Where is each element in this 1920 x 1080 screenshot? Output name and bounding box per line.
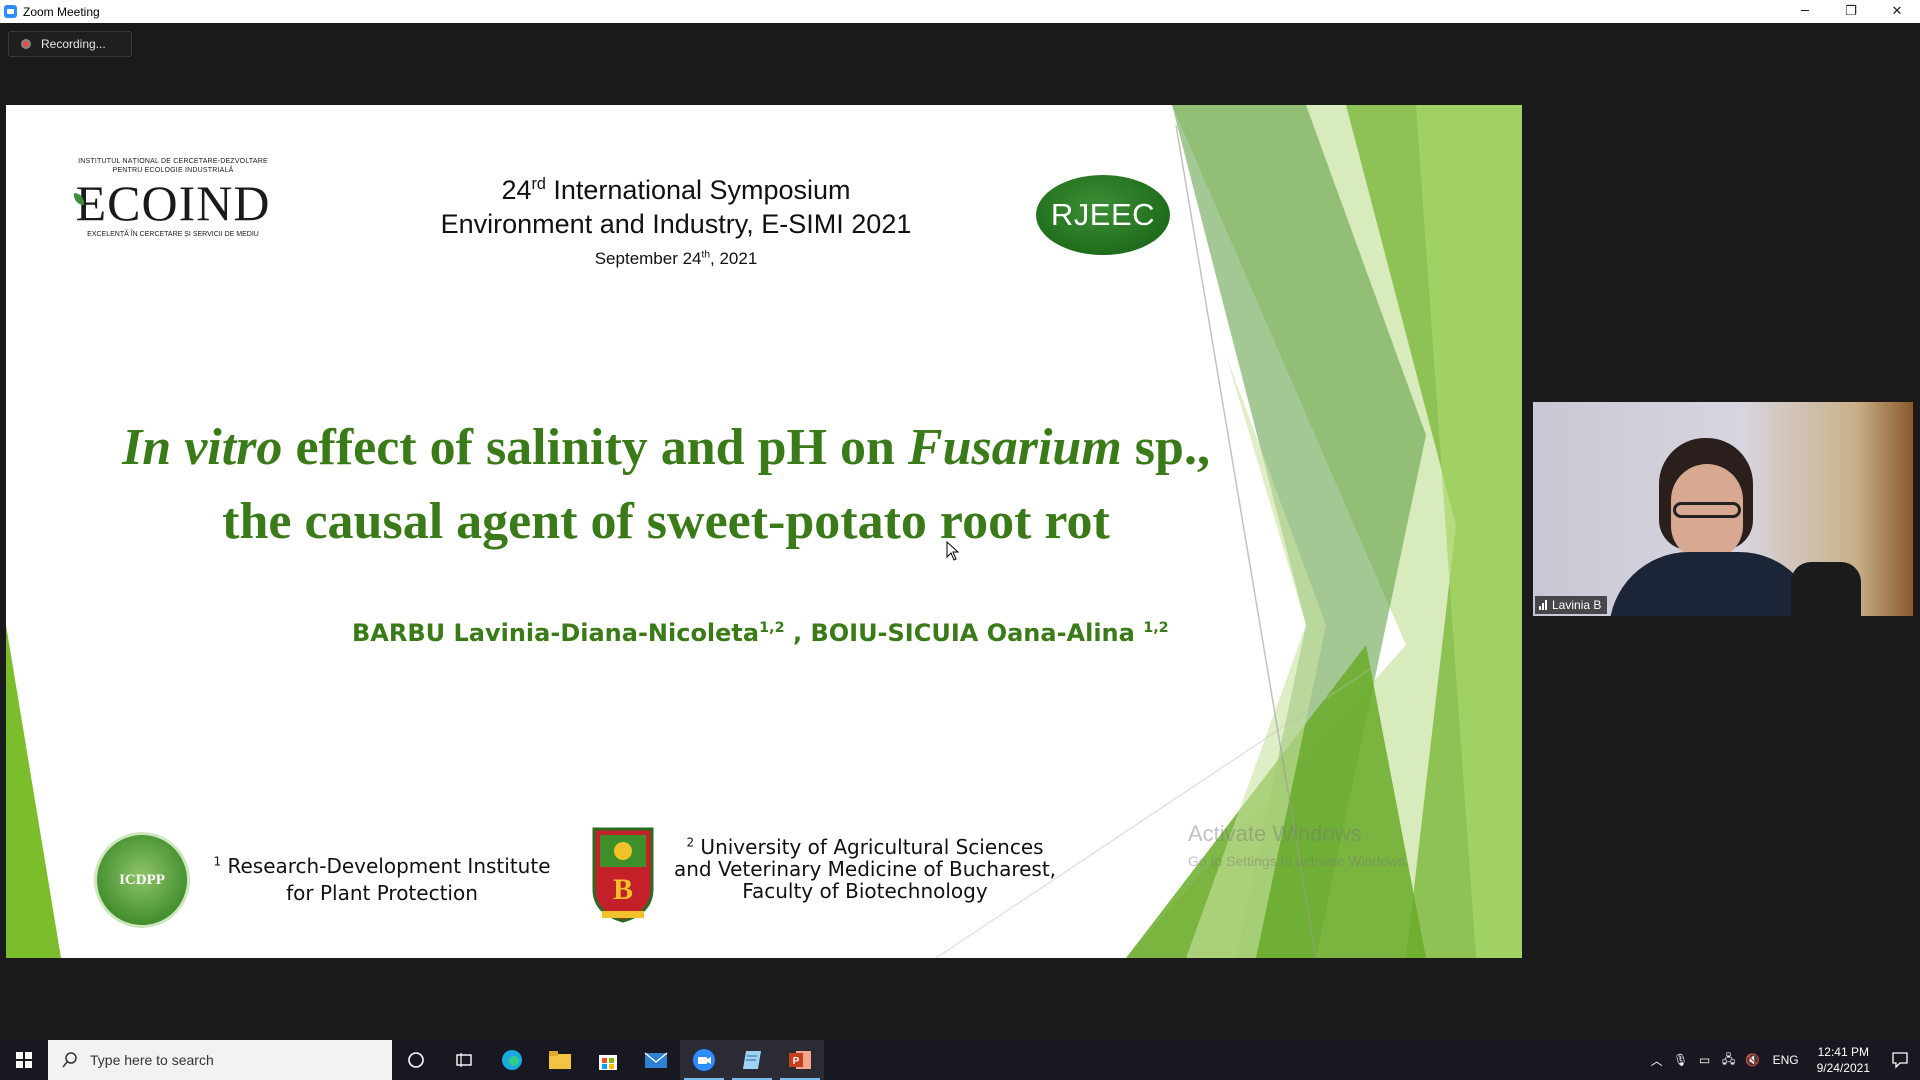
- network-icon[interactable]: 🖧: [1717, 1050, 1741, 1071]
- task-view-icon: [456, 1053, 472, 1067]
- notification-icon: [1892, 1052, 1908, 1069]
- zoom-taskbar-button[interactable]: [680, 1040, 728, 1080]
- participant-body: [1609, 552, 1819, 616]
- folder-icon: [549, 1051, 571, 1069]
- usamv-crest-icon: B: [592, 827, 654, 923]
- window-titlebar: Zoom Meeting ─ ❐ ✕: [0, 0, 1920, 23]
- icdpp-logo: ICDPP: [94, 832, 190, 928]
- system-tray: ︿ 🎙 ▭ 🖧 🔇 ENG 12:41 PM 9/24/2021: [1645, 1040, 1920, 1080]
- edge-icon: [502, 1050, 522, 1070]
- task-view-button[interactable]: [440, 1040, 488, 1080]
- affiliation-1: 1 Research-Development Institute for Pla…: [213, 854, 551, 905]
- symposium-line-2: Environment and Industry, E-SIMI 2021: [440, 209, 912, 239]
- participant-video[interactable]: Lavinia B: [1533, 402, 1913, 616]
- zoom-camera-icon: [693, 1049, 715, 1071]
- start-button[interactable]: [0, 1040, 48, 1080]
- symposium-line-1: 24rd International Symposium: [501, 175, 851, 205]
- taskbar-search-input[interactable]: Type here to search: [48, 1040, 392, 1080]
- symposium-date: September 24th, 2021: [594, 249, 758, 268]
- clock[interactable]: 12:41 PM 9/24/2021: [1817, 1044, 1870, 1076]
- cortana-circle-icon: [408, 1052, 424, 1068]
- authors-line: BARBU Lavinia-Diana-Nicoleta1,2 , BOIU-S…: [352, 619, 1169, 647]
- ecoind-brand: ECOIND: [75, 175, 271, 231]
- powerpoint-icon: P: [789, 1051, 811, 1069]
- participant-name: Lavinia B: [1552, 598, 1602, 612]
- ecoind-top-line-1: INSTITUTUL NAȚIONAL DE CERCETARE-DEZVOLT…: [78, 158, 268, 165]
- zoom-app-icon: [4, 5, 17, 18]
- paper-title: In vitro effect of salinity and pH on Fu…: [26, 411, 1306, 559]
- symposium-header: 24rd International Symposium Environment…: [416, 173, 936, 269]
- cortana-button[interactable]: [392, 1040, 440, 1080]
- paper-title-line-2: the causal agent of sweet-potato root ro…: [222, 493, 1110, 550]
- clock-time: 12:41 PM: [1817, 1045, 1869, 1059]
- chevron-up-icon[interactable]: ︿: [1645, 1052, 1669, 1069]
- minimize-button[interactable]: ─: [1782, 0, 1828, 23]
- ecoind-logo: INSTITUTUL NAȚIONAL DE CERCETARE-DEZVOLT…: [66, 157, 280, 238]
- close-button[interactable]: ✕: [1874, 0, 1920, 23]
- affiliation-2: 2 University of Agricultural Sciences an…: [673, 835, 1057, 903]
- notes-app-button[interactable]: [728, 1040, 776, 1080]
- search-icon: [62, 1052, 77, 1068]
- signal-strength-icon: [1539, 600, 1547, 610]
- edge-browser-button[interactable]: [488, 1040, 536, 1080]
- speaker-muted-icon[interactable]: 🔇: [1741, 1053, 1765, 1067]
- mouse-cursor-icon: [946, 541, 960, 561]
- windows-logo-icon: [16, 1052, 32, 1068]
- mail-icon: [644, 1052, 668, 1068]
- store-bag-icon: [599, 1055, 617, 1070]
- language-indicator[interactable]: ENG: [1773, 1053, 1799, 1067]
- notepad-icon: [743, 1051, 761, 1069]
- search-placeholder: Type here to search: [90, 1052, 214, 1068]
- notifications-button[interactable]: [1880, 1040, 1920, 1080]
- powerpoint-button[interactable]: P: [776, 1040, 824, 1080]
- window-title: Zoom Meeting: [23, 4, 100, 19]
- window-controls: ─ ❐ ✕: [1782, 0, 1920, 23]
- participant-name-tag: Lavinia B: [1535, 596, 1608, 614]
- microphone-icon[interactable]: 🎙: [1669, 1053, 1693, 1067]
- ecoind-tagline: EXCELENȚĂ ÎN CERCETARE ȘI SERVICII DE ME…: [87, 231, 259, 238]
- restore-button[interactable]: ❐: [1828, 0, 1874, 23]
- clock-date: 9/24/2021: [1816, 1061, 1870, 1075]
- activate-windows-watermark: Activate Windows Go to Settings to activ…: [1188, 821, 1409, 869]
- windows-taskbar: Type here to search P ︿ 🎙 ▭ 🖧 🔇 ENG 12:4…: [0, 1040, 1920, 1080]
- shared-screen-slide: INSTITUTUL NAȚIONAL DE CERCETARE-DEZVOLT…: [6, 105, 1522, 958]
- mail-button[interactable]: [632, 1040, 680, 1080]
- record-dot-icon: [21, 39, 31, 49]
- svg-text:P: P: [793, 1056, 800, 1067]
- svg-text:B: B: [613, 873, 633, 906]
- recording-label: Recording...: [41, 37, 106, 51]
- rjeec-logo: RJEEC: [1036, 175, 1170, 255]
- file-explorer-button[interactable]: [536, 1040, 584, 1080]
- battery-icon[interactable]: ▭: [1693, 1053, 1717, 1067]
- glasses-icon: [1673, 502, 1741, 518]
- ecoind-top-line-2: PENTRU ECOLOGIE INDUSTRIALĂ: [112, 167, 234, 174]
- recording-indicator[interactable]: Recording...: [8, 31, 132, 57]
- store-button[interactable]: [584, 1040, 632, 1080]
- chair: [1791, 562, 1861, 616]
- paper-title-line-1: In vitro effect of salinity and pH on Fu…: [122, 419, 1210, 476]
